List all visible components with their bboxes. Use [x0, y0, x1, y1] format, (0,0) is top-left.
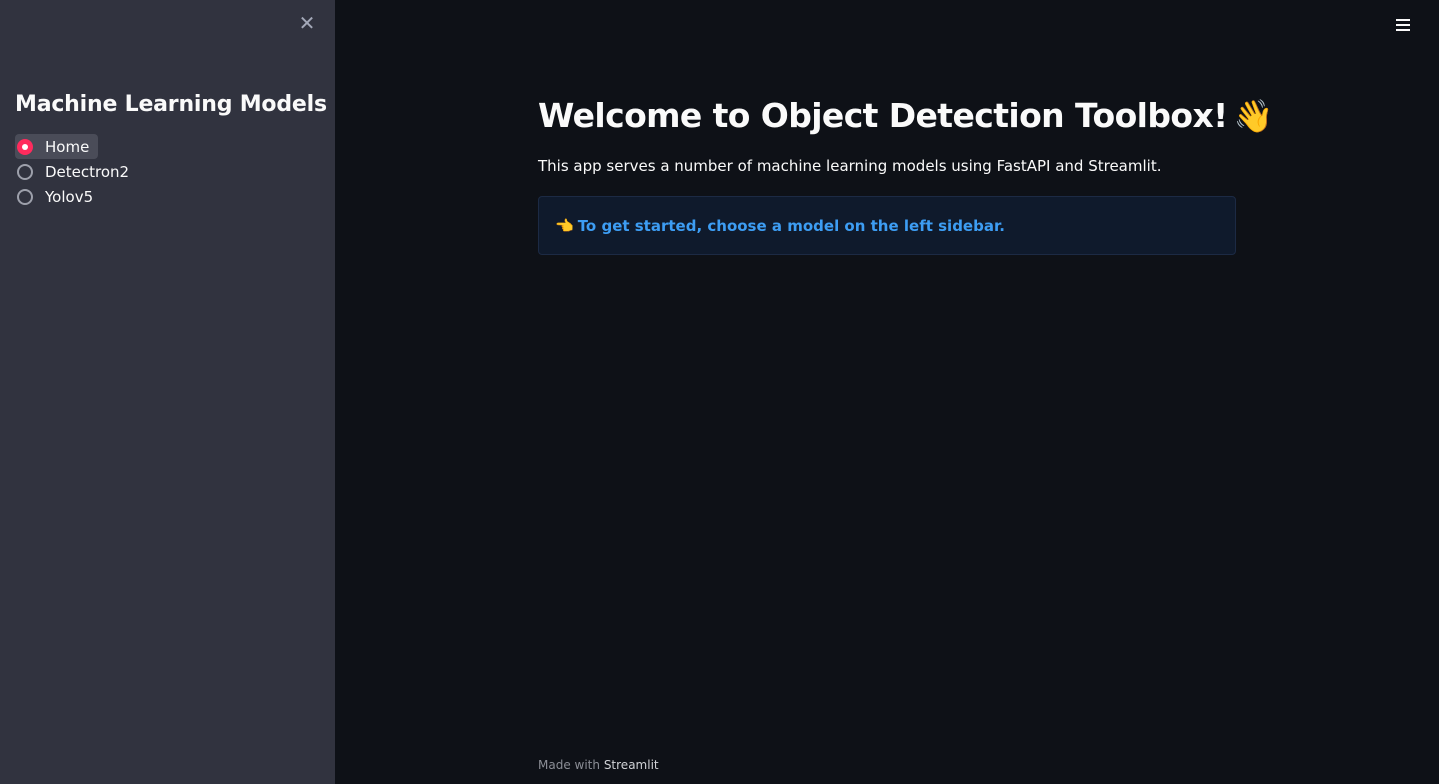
- pointing-left-icon: 👈: [555, 216, 574, 235]
- radio-label: Home: [45, 137, 90, 156]
- menu-line: [1396, 19, 1410, 21]
- waving-hand-icon: 👋: [1233, 97, 1274, 135]
- footer: Made with Streamlit: [538, 758, 659, 772]
- main-content: Welcome to Object Detection Toolbox! 👋 Th…: [538, 0, 1273, 784]
- radio-label: Detectron2: [45, 162, 130, 181]
- intro-text: This app serves a number of machine lear…: [538, 157, 1162, 175]
- page-title-text: Welcome to Object Detection Toolbox!: [538, 96, 1228, 135]
- footer-brand-link[interactable]: Streamlit: [604, 758, 659, 772]
- radio-unselected-icon: [17, 188, 33, 205]
- sidebar: ✕ Machine Learning Models Home Detectron…: [0, 0, 335, 784]
- menu-line: [1396, 24, 1410, 26]
- radio-selected-icon: [17, 138, 33, 155]
- hamburger-menu-icon[interactable]: [1392, 14, 1414, 36]
- radio-unselected-icon: [17, 163, 33, 180]
- model-radio-group: Home Detectron2 Yolov5: [15, 134, 138, 209]
- info-alert: 👈 To get started, choose a model on the …: [538, 196, 1236, 255]
- footer-prefix: Made with: [538, 758, 600, 772]
- info-alert-text: To get started, choose a model on the le…: [577, 216, 1005, 235]
- sidebar-title: Machine Learning Models: [15, 92, 327, 117]
- close-icon[interactable]: ✕: [296, 11, 318, 35]
- radio-option-detectron2[interactable]: Detectron2: [15, 159, 138, 184]
- radio-option-home[interactable]: Home: [15, 134, 99, 159]
- app-root: ✕ Machine Learning Models Home Detectron…: [0, 0, 1439, 784]
- radio-label: Yolov5: [45, 187, 94, 206]
- page-title: Welcome to Object Detection Toolbox! 👋: [538, 96, 1273, 135]
- menu-line: [1396, 29, 1410, 31]
- radio-option-yolov5[interactable]: Yolov5: [15, 184, 102, 209]
